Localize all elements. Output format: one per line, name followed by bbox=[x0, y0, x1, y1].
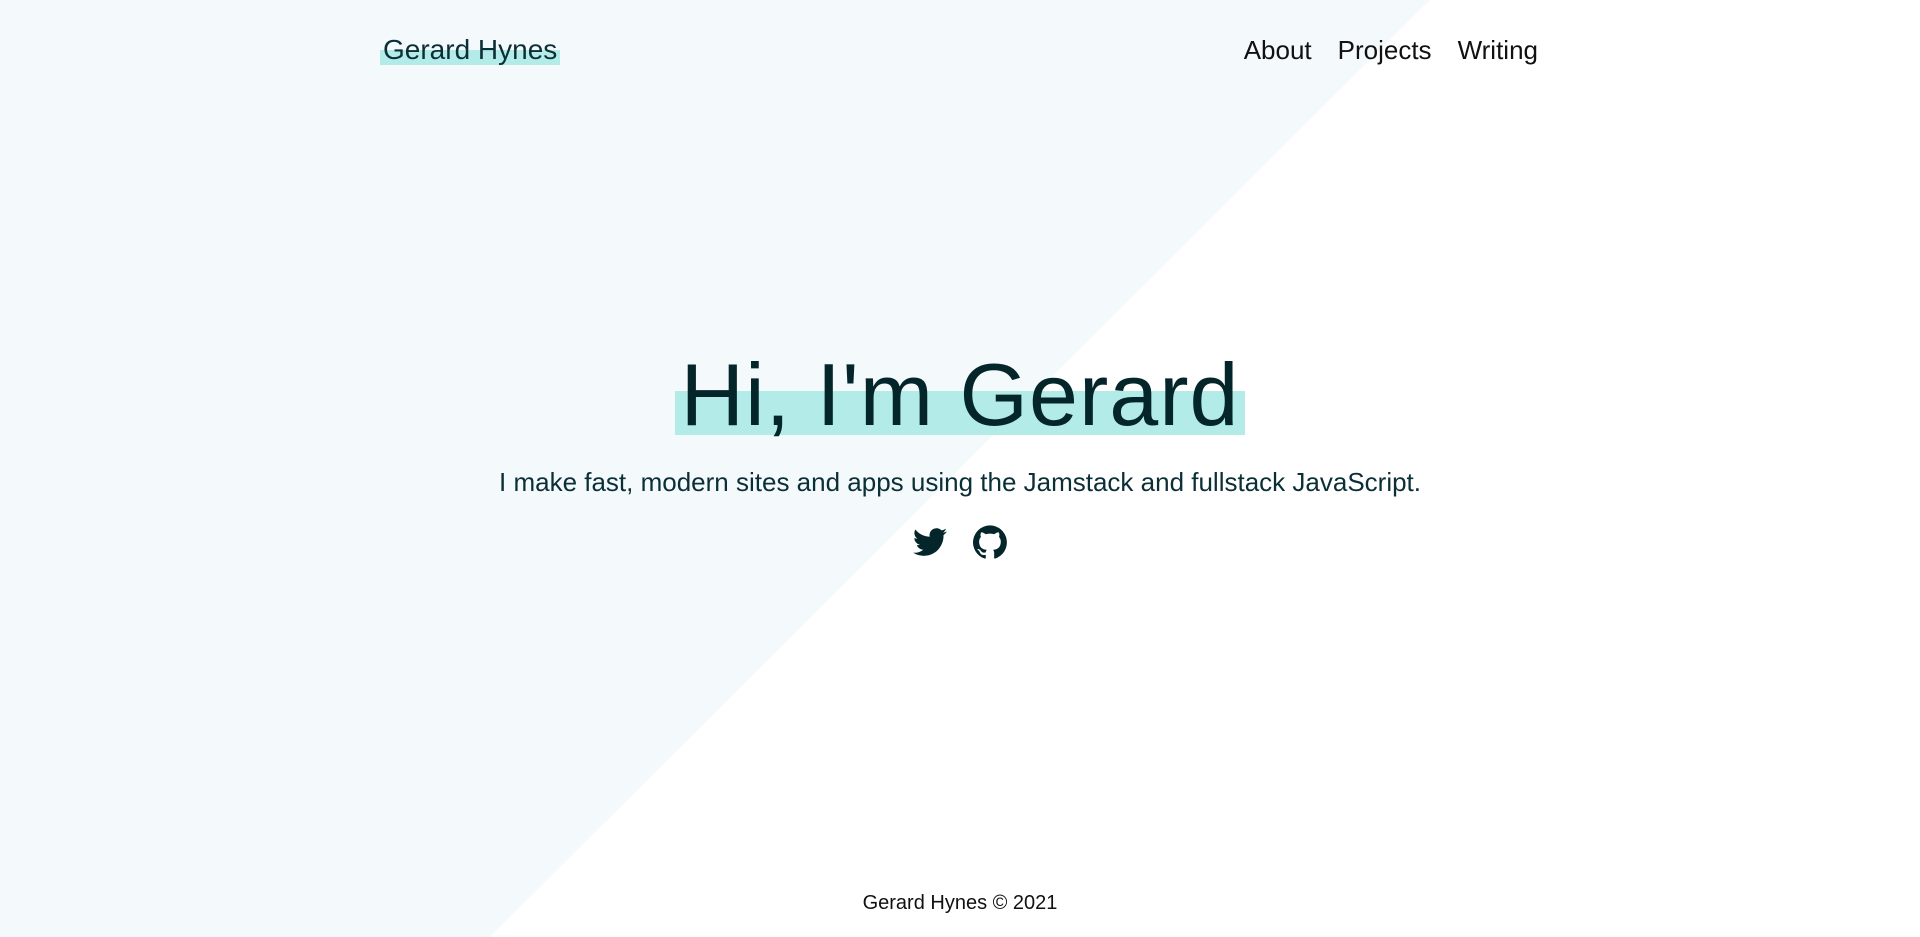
hero-title: Hi, I'm Gerard bbox=[680, 345, 1240, 444]
social-links bbox=[0, 525, 1920, 559]
hero-section: Hi, I'm Gerard I make fast, modern sites… bbox=[0, 345, 1920, 559]
main-nav: About Projects Writing bbox=[1244, 32, 1538, 68]
github-icon bbox=[973, 525, 1007, 559]
nav-link-writing[interactable]: Writing bbox=[1458, 32, 1538, 68]
nav-link-projects[interactable]: Projects bbox=[1338, 32, 1432, 68]
nav-link-about[interactable]: About bbox=[1244, 32, 1312, 68]
footer-copyright: Gerard Hynes © 2021 bbox=[862, 892, 1058, 914]
hero-title-highlight: Hi, I'm Gerard bbox=[674, 345, 1246, 445]
twitter-link[interactable] bbox=[913, 525, 947, 559]
github-link[interactable] bbox=[973, 525, 1007, 559]
twitter-icon bbox=[913, 528, 947, 556]
site-logo-text: Gerard Hynes bbox=[383, 34, 558, 65]
hero-subtitle: I make fast, modern sites and apps using… bbox=[499, 467, 1421, 497]
site-header: Gerard Hynes About Projects Writing bbox=[380, 30, 1538, 70]
site-footer: Gerard Hynes © 2021 bbox=[0, 890, 1920, 916]
site-logo-link[interactable]: Gerard Hynes bbox=[380, 32, 561, 68]
